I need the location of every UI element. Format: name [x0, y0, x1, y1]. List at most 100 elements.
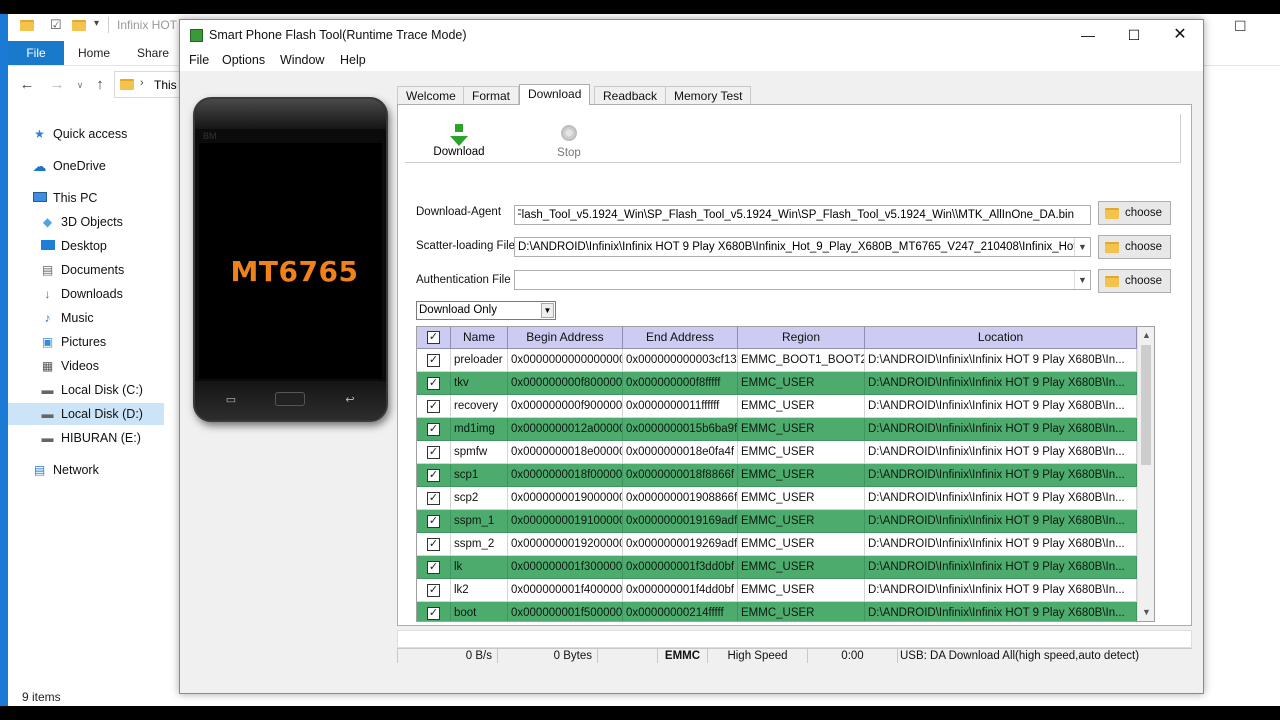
recent-locations-icon[interactable]: ∨	[70, 76, 90, 94]
auth-file-label: Authentication File	[416, 274, 511, 286]
menu-options[interactable]: Options	[222, 53, 265, 67]
tab-format[interactable]: Format	[463, 86, 520, 105]
scroll-down-icon[interactable]: ▼	[1138, 604, 1154, 620]
nav-item-downloads[interactable]: ↓ Downloads	[8, 283, 164, 305]
chevron-down-icon[interactable]: ▼	[541, 303, 554, 318]
checkbox-icon[interactable]: ☑	[50, 17, 62, 33]
nav-item-3d-objects[interactable]: ◆ 3D Objects	[8, 211, 164, 233]
chevron-right-icon: ›	[140, 77, 144, 89]
row-checkbox[interactable]: ✓	[427, 584, 440, 597]
row-checkbox[interactable]: ✓	[427, 515, 440, 528]
column-header-end-address[interactable]: End Address	[623, 327, 738, 349]
row-checkbox[interactable]: ✓	[427, 423, 440, 436]
row-checkbox[interactable]: ✓	[427, 492, 440, 505]
address-crumb[interactable]: This	[154, 78, 177, 92]
table-row[interactable]: ✓ sspm_1 0x0000000019100000 0x0000000019169…	[417, 510, 1137, 533]
nav-item-pictures[interactable]: ▣ Pictures	[8, 331, 164, 353]
nav-item-this-pc[interactable]: This PC	[8, 187, 164, 209]
nav-item-label: This PC	[53, 191, 98, 205]
nav-item-documents[interactable]: ▤ Documents	[8, 259, 164, 281]
tab-memory-test[interactable]: Memory Test	[665, 86, 752, 105]
explorer-maximize-icon[interactable]: ☐	[1234, 18, 1247, 35]
chevron-down-icon[interactable]: ▼	[1074, 271, 1090, 289]
phone-bottom-bezel: ▭ ↩	[195, 381, 386, 420]
tab-welcome[interactable]: Welcome	[397, 86, 465, 105]
up-arrow-icon[interactable]: ↑	[90, 76, 110, 94]
download-tab-panel: Download Stop Download-Agent X680B\SP_Fl…	[397, 104, 1192, 626]
menu-file[interactable]: File	[189, 53, 209, 67]
ribbon-share-tab[interactable]: Share	[137, 41, 169, 65]
table-scrollbar[interactable]: ▲ ▼	[1137, 327, 1154, 621]
nav-item-local-disk-c[interactable]: ▬ Local Disk (C:)	[8, 379, 164, 401]
ribbon-home-tab[interactable]: Home	[78, 41, 110, 65]
choose-download-agent-button[interactable]: choose	[1098, 201, 1171, 225]
nav-item-music[interactable]: ♪ Music	[8, 307, 164, 329]
new-folder-icon[interactable]	[72, 20, 86, 31]
auth-file-field[interactable]: ▼	[514, 270, 1091, 290]
table-row[interactable]: ✓ lk2 0x000000001f400000 0x000000001f4dd0bf…	[417, 579, 1137, 602]
row-checkbox[interactable]: ✓	[427, 400, 440, 413]
cell-region: EMMC_USER	[738, 579, 865, 602]
chevron-down-icon[interactable]: ▼	[1074, 238, 1090, 256]
nav-item-videos[interactable]: ▦ Videos	[8, 355, 164, 377]
table-row[interactable]: ✓ recovery 0x000000000f900000 0x0000000011f…	[417, 395, 1137, 418]
nav-item-quick-access[interactable]: ★ Quick access	[8, 123, 164, 145]
cell-location: D:\ANDROID\Infinix\Infinix HOT 9 Play X6…	[865, 418, 1137, 441]
table-row[interactable]: ✓ md1img 0x0000000012a00000 0x0000000015b6b…	[417, 418, 1137, 441]
row-checkbox[interactable]: ✓	[427, 469, 440, 482]
ribbon-file-tab[interactable]: File	[8, 41, 64, 65]
cell-region: EMMC_BOOT1_BOOT2	[738, 349, 865, 372]
download-button[interactable]: Download	[424, 122, 494, 158]
column-header-region[interactable]: Region	[738, 327, 865, 349]
quick-access-dropdown-icon[interactable]: ▾	[94, 18, 99, 29]
nav-item-hiburan-e[interactable]: ▬ HIBURAN (E:)	[8, 427, 164, 449]
choose-auth-button[interactable]: choose	[1098, 269, 1171, 293]
scatter-file-field[interactable]: D:\ANDROID\Infinix\Infinix HOT 9 Play X6…	[514, 237, 1091, 257]
download-arrow-icon	[424, 124, 494, 146]
minimize-button[interactable]: —	[1065, 24, 1111, 46]
menu-help[interactable]: Help	[340, 53, 366, 67]
menu-window[interactable]: Window	[280, 53, 324, 67]
table-row[interactable]: ✓ scp1 0x0000000018f00000 0x0000000018f8866…	[417, 464, 1137, 487]
close-button[interactable]: ✕	[1157, 24, 1203, 46]
table-row[interactable]: ✓ lk 0x000000001f300000 0x000000001f3dd0bf E…	[417, 556, 1137, 579]
row-checkbox[interactable]: ✓	[427, 561, 440, 574]
table-row[interactable]: ✓ tkv 0x000000000f800000 0x000000000f8fffff…	[417, 372, 1137, 395]
address-bar[interactable]: › This	[114, 71, 184, 98]
column-header-begin-address[interactable]: Begin Address	[508, 327, 623, 349]
back-arrow-icon[interactable]: ←	[17, 76, 37, 94]
table-row[interactable]: ✓ spmfw 0x0000000018e00000 0x0000000018e0fa…	[417, 441, 1137, 464]
select-all-header[interactable]: ✓	[417, 327, 451, 349]
row-checkbox[interactable]: ✓	[427, 377, 440, 390]
folder-icon	[20, 20, 34, 31]
maximize-button[interactable]: ☐	[1111, 24, 1157, 46]
table-row[interactable]: ✓ sspm_2 0x0000000019200000 0x0000000019269…	[417, 533, 1137, 556]
stop-button[interactable]: Stop	[534, 122, 604, 159]
scrollbar-thumb[interactable]	[1141, 345, 1151, 465]
nav-item-network[interactable]: ▤ Network	[8, 459, 164, 481]
column-header-location[interactable]: Location	[865, 327, 1137, 349]
row-checkbox[interactable]: ✓	[427, 538, 440, 551]
cell-location: D:\ANDROID\Infinix\Infinix HOT 9 Play X6…	[865, 556, 1137, 579]
table-row[interactable]: ✓ preloader 0x0000000000000000 0x0000000000…	[417, 349, 1137, 372]
choose-scatter-button[interactable]: choose	[1098, 235, 1171, 259]
nav-item-local-disk-d[interactable]: ▬ Local Disk (D:)	[8, 403, 164, 425]
tab-download[interactable]: Download	[519, 84, 591, 105]
download-mode-select[interactable]: Download Only ▼	[416, 301, 556, 320]
tab-readback[interactable]: Readback	[594, 86, 667, 105]
nav-item-onedrive[interactable]: ☁ OneDrive	[8, 155, 164, 177]
nav-item-desktop[interactable]: Desktop	[8, 235, 164, 257]
row-checkbox[interactable]: ✓	[427, 354, 440, 367]
scroll-up-icon[interactable]: ▲	[1138, 327, 1154, 343]
table-row[interactable]: ✓ boot 0x000000001f500000 0x00000000214ffff…	[417, 602, 1137, 621]
select-all-checkbox[interactable]: ✓	[427, 331, 440, 344]
row-checkbox[interactable]: ✓	[427, 607, 440, 620]
computer-icon	[32, 191, 47, 205]
nav-item-label: Network	[53, 463, 99, 477]
row-checkbox[interactable]: ✓	[427, 446, 440, 459]
column-header-name[interactable]: Name	[451, 327, 508, 349]
forward-arrow-icon[interactable]: →	[47, 76, 67, 94]
cell-name: tkv	[451, 372, 508, 395]
table-row[interactable]: ✓ scp2 0x0000000019000000 0x000000001908866…	[417, 487, 1137, 510]
download-agent-field[interactable]: X680B\SP_Flash_Tool_v5.1924_Win\SP_Flash…	[514, 205, 1091, 225]
